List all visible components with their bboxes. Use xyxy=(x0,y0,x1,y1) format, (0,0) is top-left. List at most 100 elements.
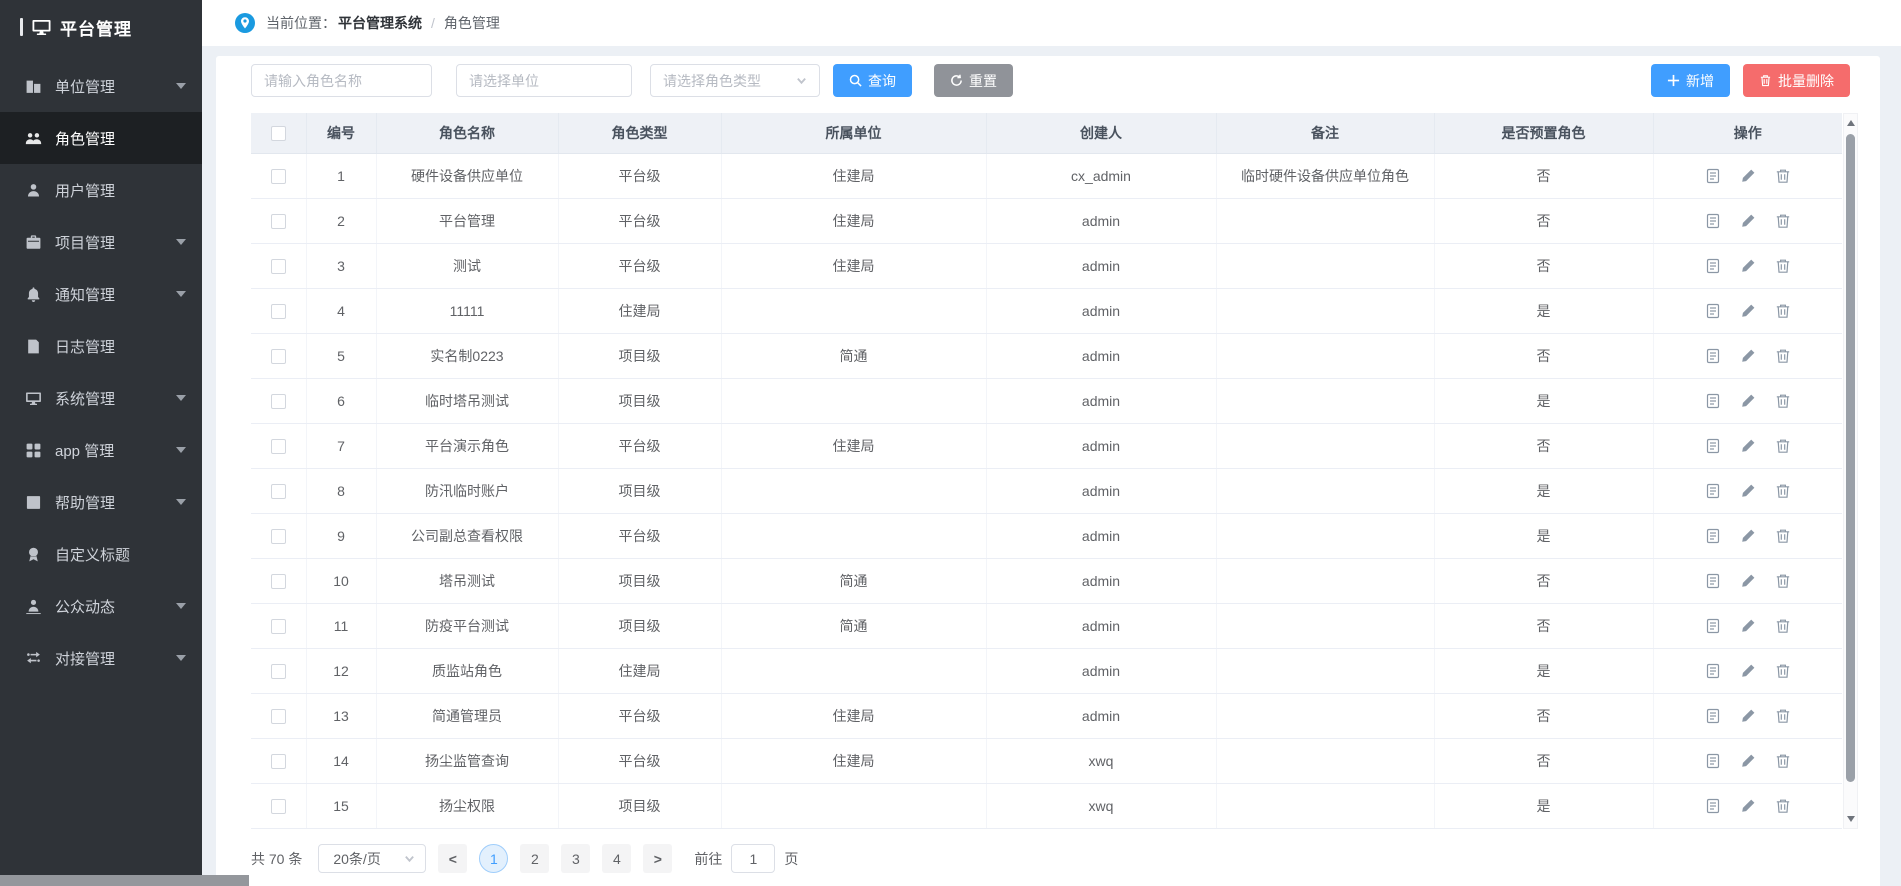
edit-button[interactable] xyxy=(1740,798,1756,814)
row-checkbox[interactable] xyxy=(271,619,286,634)
page-button-4[interactable]: 4 xyxy=(602,844,631,873)
prev-page-button[interactable]: < xyxy=(438,844,467,873)
row-checkbox[interactable] xyxy=(271,349,286,364)
view-button[interactable] xyxy=(1705,348,1721,364)
view-button[interactable] xyxy=(1705,303,1721,319)
batch-delete-button[interactable]: 批量删除 xyxy=(1743,64,1850,97)
sidebar-item-系统管理[interactable]: 系统管理 xyxy=(0,372,202,424)
row-checkbox[interactable] xyxy=(271,574,286,589)
delete-button[interactable] xyxy=(1775,348,1791,364)
sidebar-item-通知管理[interactable]: 通知管理 xyxy=(0,268,202,320)
delete-button[interactable] xyxy=(1775,393,1791,409)
edit-button[interactable] xyxy=(1740,393,1756,409)
search-button[interactable]: 查询 xyxy=(833,64,912,97)
delete-button[interactable] xyxy=(1775,303,1791,319)
view-button[interactable] xyxy=(1705,393,1721,409)
edit-button[interactable] xyxy=(1740,753,1756,769)
row-checkbox[interactable] xyxy=(271,169,286,184)
breadcrumb-root[interactable]: 平台管理系统 xyxy=(338,13,422,33)
unit-select[interactable]: 请选择单位 xyxy=(456,64,632,97)
row-checkbox[interactable] xyxy=(271,259,286,274)
next-page-button[interactable]: > xyxy=(643,844,672,873)
sidebar-item-单位管理[interactable]: 单位管理 xyxy=(0,60,202,112)
sidebar-item-自定义标题[interactable]: 自定义标题 xyxy=(0,528,202,580)
add-button[interactable]: 新增 xyxy=(1651,64,1730,97)
sidebar-item-日志管理[interactable]: 日志管理 xyxy=(0,320,202,372)
delete-button[interactable] xyxy=(1775,483,1791,499)
page-size-select[interactable]: 20条/页 xyxy=(318,844,426,873)
row-checkbox[interactable] xyxy=(271,529,286,544)
delete-button[interactable] xyxy=(1775,168,1791,184)
view-button[interactable] xyxy=(1705,573,1721,589)
delete-button[interactable] xyxy=(1775,618,1791,634)
row-checkbox[interactable] xyxy=(271,664,286,679)
view-button[interactable] xyxy=(1705,438,1721,454)
page-button-2[interactable]: 2 xyxy=(520,844,549,873)
view-button[interactable] xyxy=(1705,663,1721,679)
sidebar-item-帮助管理[interactable]: 帮助管理 xyxy=(0,476,202,528)
delete-button[interactable] xyxy=(1775,573,1791,589)
delete-icon xyxy=(1775,663,1791,679)
sidebar-item-项目管理[interactable]: 项目管理 xyxy=(0,216,202,268)
view-button[interactable] xyxy=(1705,753,1721,769)
role-type-select[interactable]: 请选择角色类型 xyxy=(650,64,820,97)
sidebar-item-用户管理[interactable]: 用户管理 xyxy=(0,164,202,216)
row-checkbox[interactable] xyxy=(271,304,286,319)
view-button[interactable] xyxy=(1705,168,1721,184)
table-actions: 新增 批量删除 xyxy=(1651,64,1850,97)
row-checkbox[interactable] xyxy=(271,214,286,229)
edit-button[interactable] xyxy=(1740,348,1756,364)
edit-button[interactable] xyxy=(1740,258,1756,274)
row-checkbox[interactable] xyxy=(271,799,286,814)
edit-button[interactable] xyxy=(1740,663,1756,679)
edit-button[interactable] xyxy=(1740,528,1756,544)
row-checkbox[interactable] xyxy=(271,439,286,454)
horizontal-scrollbar-thumb[interactable] xyxy=(0,875,249,886)
scrollbar-thumb[interactable] xyxy=(1846,134,1855,782)
sidebar-item-对接管理[interactable]: 对接管理 xyxy=(0,632,202,684)
edit-button[interactable] xyxy=(1740,303,1756,319)
view-button[interactable] xyxy=(1705,528,1721,544)
edit-button[interactable] xyxy=(1740,573,1756,589)
view-button[interactable] xyxy=(1705,708,1721,724)
edit-button[interactable] xyxy=(1740,168,1756,184)
delete-button[interactable] xyxy=(1775,753,1791,769)
scroll-up-arrow-icon[interactable] xyxy=(1847,120,1855,126)
delete-button[interactable] xyxy=(1775,438,1791,454)
delete-button[interactable] xyxy=(1775,528,1791,544)
page-button-3[interactable]: 3 xyxy=(561,844,590,873)
table-row: 1硬件设备供应单位平台级住建局cx_admin临时硬件设备供应单位角色否 xyxy=(251,153,1842,198)
view-button[interactable] xyxy=(1705,258,1721,274)
sidebar-item-角色管理[interactable]: 角色管理 xyxy=(0,112,202,164)
reset-button[interactable]: 重置 xyxy=(934,64,1013,97)
select-all-checkbox[interactable] xyxy=(271,126,286,141)
view-button[interactable] xyxy=(1705,213,1721,229)
edit-button[interactable] xyxy=(1740,618,1756,634)
vertical-scrollbar[interactable] xyxy=(1843,113,1858,829)
row-checkbox[interactable] xyxy=(271,709,286,724)
scroll-down-arrow-icon[interactable] xyxy=(1847,816,1855,822)
edit-button[interactable] xyxy=(1740,708,1756,724)
delete-button[interactable] xyxy=(1775,663,1791,679)
sidebar-item-公众动态[interactable]: 公众动态 xyxy=(0,580,202,632)
view-icon xyxy=(1705,483,1721,499)
goto-page-input[interactable] xyxy=(731,844,775,873)
view-button[interactable] xyxy=(1705,798,1721,814)
delete-button[interactable] xyxy=(1775,798,1791,814)
edit-button[interactable] xyxy=(1740,438,1756,454)
delete-button[interactable] xyxy=(1775,708,1791,724)
edit-button[interactable] xyxy=(1740,213,1756,229)
cell-operations xyxy=(1653,243,1842,288)
sidebar-item-app 管理[interactable]: app 管理 xyxy=(0,424,202,476)
view-button[interactable] xyxy=(1705,618,1721,634)
page-button-1[interactable]: 1 xyxy=(479,844,508,873)
delete-button[interactable] xyxy=(1775,258,1791,274)
edit-button[interactable] xyxy=(1740,483,1756,499)
role-name-input[interactable] xyxy=(251,64,432,97)
view-button[interactable] xyxy=(1705,483,1721,499)
row-checkbox[interactable] xyxy=(271,484,286,499)
delete-button[interactable] xyxy=(1775,213,1791,229)
row-checkbox[interactable] xyxy=(271,754,286,769)
app-logo: 平台管理 xyxy=(0,0,202,54)
row-checkbox[interactable] xyxy=(271,394,286,409)
